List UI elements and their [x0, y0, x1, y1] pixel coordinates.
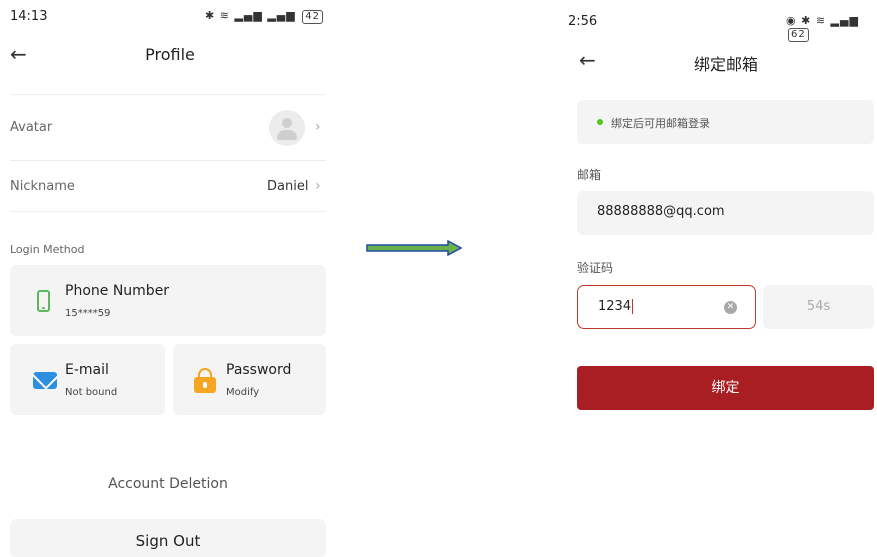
phone-icon	[37, 290, 50, 312]
wifi-icon: ≋	[219, 9, 230, 22]
clear-input-icon[interactable]: ✕	[724, 301, 737, 314]
phone-card-number: 15****59	[65, 308, 111, 319]
avatar-label: Avatar	[10, 120, 53, 135]
divider	[10, 94, 326, 95]
password-card-action: Modify	[226, 387, 260, 398]
back-arrow-icon[interactable]: ←	[579, 50, 596, 70]
status-time: 14:13	[10, 9, 48, 24]
avatar-body	[277, 130, 297, 140]
battery-icon: 42	[302, 10, 323, 24]
divider	[10, 211, 326, 212]
page-title: Profile	[145, 45, 195, 64]
status-dot-icon	[597, 119, 603, 125]
email-input[interactable]: 88888888@qq.com	[577, 191, 874, 235]
email-card-status: Not bound	[65, 387, 118, 398]
sign-out-button[interactable]: Sign Out	[10, 519, 326, 557]
email-card[interactable]: E-mail Not bound	[10, 344, 165, 415]
phone-card-title: Phone Number	[65, 283, 170, 299]
text-caret	[632, 299, 634, 314]
avatar[interactable]	[269, 110, 305, 146]
password-card-title: Password	[226, 362, 292, 378]
email-label: 邮箱	[577, 168, 602, 182]
mail-icon	[33, 372, 57, 389]
account-deletion-link[interactable]: Account Deletion	[10, 476, 326, 492]
eye-icon: ◉	[786, 14, 797, 27]
signal-icon-2: ▂▄▆	[267, 9, 296, 22]
chevron-right-icon: ›	[315, 178, 321, 194]
bluetooth-icon: ✱	[205, 9, 216, 22]
avatar-head	[282, 118, 292, 128]
bluetooth-icon: ✱	[801, 14, 812, 27]
verification-code-value: 1234	[598, 299, 632, 314]
bind-email-screen: 2:56 ◉ ✱ ≋ ▂▄▆ 62 ← 绑定邮箱 绑定后可用邮箱登录 邮箱 88…	[566, 0, 877, 557]
battery-icon: 62	[788, 28, 809, 42]
lock-icon	[194, 368, 216, 393]
status-icons: ◉ ✱ ≋ ▂▄▆ 62	[786, 14, 877, 42]
verification-code-input[interactable]: 1234 ✕	[577, 285, 756, 329]
wifi-icon: ≋	[815, 14, 827, 27]
password-card[interactable]: Password Modify	[173, 344, 326, 415]
hint-banner: 绑定后可用邮箱登录	[577, 100, 874, 144]
back-arrow-icon[interactable]: ←	[10, 44, 27, 64]
hint-text: 绑定后可用邮箱登录	[611, 117, 710, 130]
signal-icon: ▂▄▆	[234, 9, 263, 22]
transition-arrow-icon	[366, 240, 462, 256]
nickname-value: Daniel	[267, 179, 309, 194]
verification-code-label: 验证码	[577, 261, 614, 275]
phone-number-card[interactable]: Phone Number 15****59	[10, 265, 326, 336]
status-time: 2:56	[568, 14, 598, 29]
resend-countdown-button: 54s	[763, 285, 874, 329]
profile-screen: 14:13 ✱ ≋ ▂▄▆ ▂▄▆ 42 ← Profile Avatar › …	[0, 0, 340, 557]
bind-submit-button[interactable]: 绑定	[577, 366, 874, 410]
email-card-title: E-mail	[65, 362, 109, 378]
nickname-label: Nickname	[10, 179, 75, 194]
chevron-right-icon: ›	[315, 119, 321, 135]
divider	[10, 160, 326, 161]
signal-icon: ▂▄▆	[830, 14, 859, 27]
status-icons: ✱ ≋ ▂▄▆ ▂▄▆ 42	[205, 9, 323, 24]
page-title: 绑定邮箱	[693, 55, 758, 74]
login-method-label: Login Method	[10, 243, 85, 256]
